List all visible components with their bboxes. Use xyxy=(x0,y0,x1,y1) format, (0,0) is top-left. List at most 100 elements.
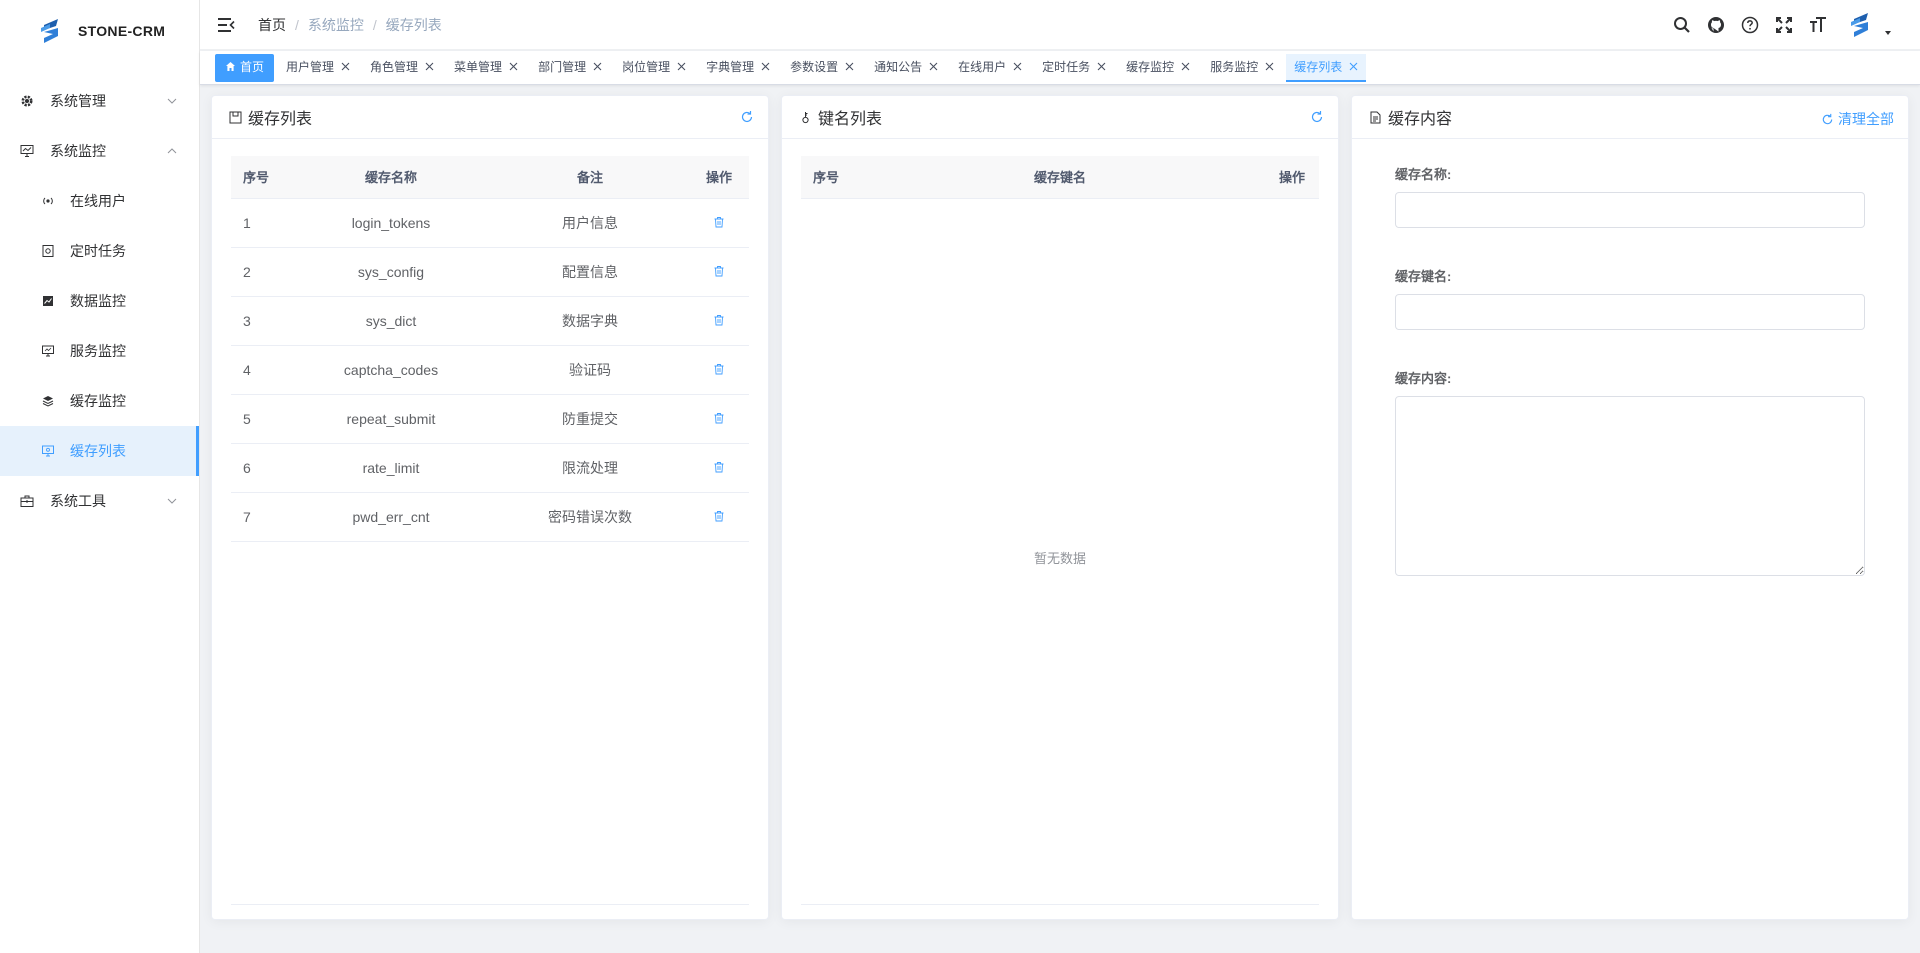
cache-key-input[interactable] xyxy=(1395,294,1865,330)
github-icon[interactable] xyxy=(1706,15,1726,35)
table-row[interactable]: 7 pwd_err_cnt 密码错误次数 xyxy=(231,492,749,542)
font-size-icon[interactable] xyxy=(1808,15,1828,35)
delete-icon[interactable] xyxy=(713,412,725,424)
delete-icon[interactable] xyxy=(713,216,725,228)
cache-content-textarea[interactable] xyxy=(1395,396,1865,576)
close-icon[interactable] xyxy=(340,62,350,72)
sidebar-item-system-tools[interactable]: 系统工具 xyxy=(0,476,199,526)
home-icon xyxy=(226,62,235,71)
cache-name: pwd_err_cnt xyxy=(291,492,491,542)
tag-menu-manage[interactable]: 菜单管理 xyxy=(446,54,526,82)
close-icon[interactable] xyxy=(424,62,434,72)
tag-label: 通知公告 xyxy=(874,60,923,74)
key-list-card: 键名列表 序号 缓存键名 操作 暂无数据 xyxy=(781,95,1339,920)
delete-icon[interactable] xyxy=(713,314,725,326)
cache-name-input[interactable] xyxy=(1395,192,1865,228)
sidebar-item-label: 缓存列表 xyxy=(70,443,126,459)
delete-icon[interactable] xyxy=(713,265,725,277)
card-header: 缓存内容 清理全部 xyxy=(1352,96,1908,139)
help-icon[interactable] xyxy=(1740,15,1760,35)
caret-down-icon[interactable] xyxy=(1884,29,1892,37)
sidebar-item-system-monitor[interactable]: 系统监控 xyxy=(0,126,199,176)
table-row[interactable]: 6 rate_limit 限流处理 xyxy=(231,443,749,493)
card-header: 键名列表 xyxy=(782,96,1338,139)
table-row[interactable]: 3 sys_dict 数据字典 xyxy=(231,296,749,346)
close-icon[interactable] xyxy=(844,62,854,72)
close-icon[interactable] xyxy=(676,62,686,72)
cache-name: rate_limit xyxy=(291,443,491,493)
sidebar-item-cache-list[interactable]: 缓存列表 xyxy=(0,426,199,476)
app-name: STONE-CRM xyxy=(78,23,166,39)
delete-icon[interactable] xyxy=(713,363,725,375)
close-icon[interactable] xyxy=(1264,62,1274,72)
search-icon[interactable] xyxy=(1672,15,1692,35)
folder-icon xyxy=(228,110,242,124)
logo[interactable]: STONE-CRM xyxy=(0,0,199,62)
sidebar-item-system-manage[interactable]: 系统管理 xyxy=(0,76,199,126)
close-icon[interactable] xyxy=(508,62,518,72)
row-index: 5 xyxy=(231,394,291,444)
close-icon[interactable] xyxy=(760,62,770,72)
tag-cache-monitor[interactable]: 缓存监控 xyxy=(1118,54,1198,82)
stack-icon xyxy=(42,395,54,407)
sidebar-item-server-monitor[interactable]: 服务监控 xyxy=(0,326,199,376)
close-icon[interactable] xyxy=(1096,62,1106,72)
close-icon[interactable] xyxy=(592,62,602,72)
tag-dict-manage[interactable]: 字典管理 xyxy=(698,54,778,82)
tag-home[interactable]: 首页 xyxy=(215,53,275,82)
table-footer-divider xyxy=(801,904,1319,905)
refresh-icon[interactable] xyxy=(1310,110,1324,124)
tag-label: 定时任务 xyxy=(1042,60,1091,74)
table-row[interactable]: 5 repeat_submit 防重提交 xyxy=(231,394,749,444)
fullscreen-icon[interactable] xyxy=(1774,15,1794,35)
tag-cache-list[interactable]: 缓存列表 xyxy=(1286,53,1367,82)
tags-view: 首页 用户管理 角色管理 菜单管理 部门管理 岗位管理 字典管理 参数设置 通知… xyxy=(200,51,1920,85)
table-footer-divider xyxy=(231,904,749,905)
close-icon[interactable] xyxy=(1012,62,1022,72)
job-icon xyxy=(42,245,54,257)
tag-scheduled-jobs[interactable]: 定时任务 xyxy=(1034,54,1114,82)
clear-all-button[interactable]: 清理全部 xyxy=(1821,109,1894,129)
table-row[interactable]: 2 sys_config 配置信息 xyxy=(231,247,749,297)
hamburger-icon[interactable] xyxy=(216,15,236,35)
cache-name: sys_dict xyxy=(291,296,491,346)
tag-user-manage[interactable]: 用户管理 xyxy=(278,54,358,82)
tag-notice[interactable]: 通知公告 xyxy=(866,54,946,82)
row-index: 7 xyxy=(231,492,291,542)
cache-name: sys_config xyxy=(291,247,491,297)
cache-name: captcha_codes xyxy=(291,345,491,395)
column-header: 操作 xyxy=(1199,156,1319,199)
document-icon xyxy=(1368,110,1382,124)
tag-label: 在线用户 xyxy=(958,60,1007,74)
sidebar-item-cache-monitor[interactable]: 缓存监控 xyxy=(0,376,199,426)
close-icon[interactable] xyxy=(1348,62,1358,72)
clear-all-label: 清理全部 xyxy=(1838,111,1894,127)
breadcrumb-system-monitor: 系统监控 xyxy=(307,16,364,33)
header-tools xyxy=(1658,0,1892,50)
tag-config[interactable]: 参数设置 xyxy=(782,54,862,82)
sidebar-item-data-monitor[interactable]: 数据监控 xyxy=(0,276,199,326)
close-icon[interactable] xyxy=(1180,62,1190,72)
cache-remark: 密码错误次数 xyxy=(491,492,689,542)
close-icon[interactable] xyxy=(928,62,938,72)
cache-remark: 配置信息 xyxy=(491,247,689,297)
tag-dept-manage[interactable]: 部门管理 xyxy=(530,54,610,82)
card-title: 缓存列表 xyxy=(248,111,313,128)
refresh-icon[interactable] xyxy=(740,110,754,124)
breadcrumb-home[interactable]: 首页 xyxy=(258,15,286,35)
delete-icon[interactable] xyxy=(713,461,725,473)
sidebar-item-scheduled-jobs[interactable]: 定时任务 xyxy=(0,226,199,276)
table-row[interactable]: 4 captcha_codes 验证码 xyxy=(231,345,749,395)
tag-role-manage[interactable]: 角色管理 xyxy=(362,54,442,82)
sidebar-item-label: 服务监控 xyxy=(70,343,126,359)
sidebar-item-online-users[interactable]: 在线用户 xyxy=(0,176,199,226)
tag-server-monitor[interactable]: 服务监控 xyxy=(1202,54,1282,82)
card-title: 键名列表 xyxy=(818,111,883,128)
tag-label: 部门管理 xyxy=(538,60,587,74)
tag-post-manage[interactable]: 岗位管理 xyxy=(614,54,694,82)
delete-icon[interactable] xyxy=(713,510,725,522)
tag-online-users[interactable]: 在线用户 xyxy=(950,54,1030,82)
table-row[interactable]: 1 login_tokens 用户信息 xyxy=(231,198,749,248)
avatar[interactable] xyxy=(1846,10,1876,40)
column-header: 缓存名称 xyxy=(291,156,491,199)
